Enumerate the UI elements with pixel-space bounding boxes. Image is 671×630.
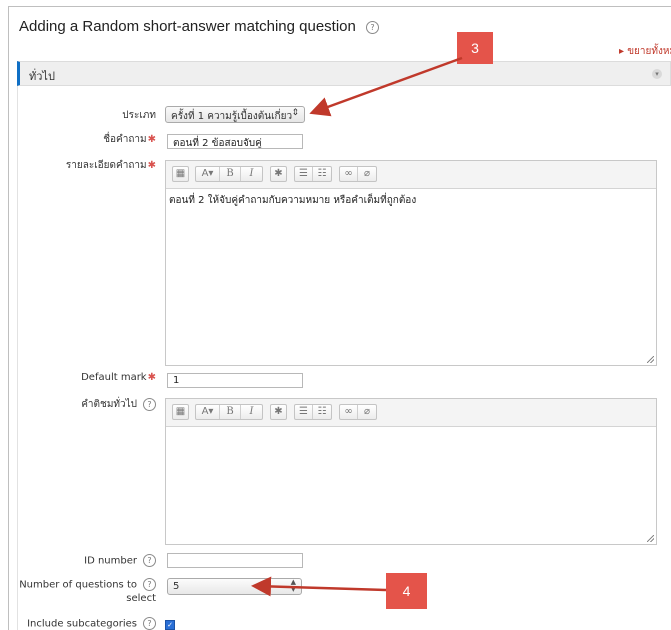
arrow-to-num-questions [251,576,387,597]
arrow-to-category [309,56,463,117]
annotation-arrows [251,56,463,597]
